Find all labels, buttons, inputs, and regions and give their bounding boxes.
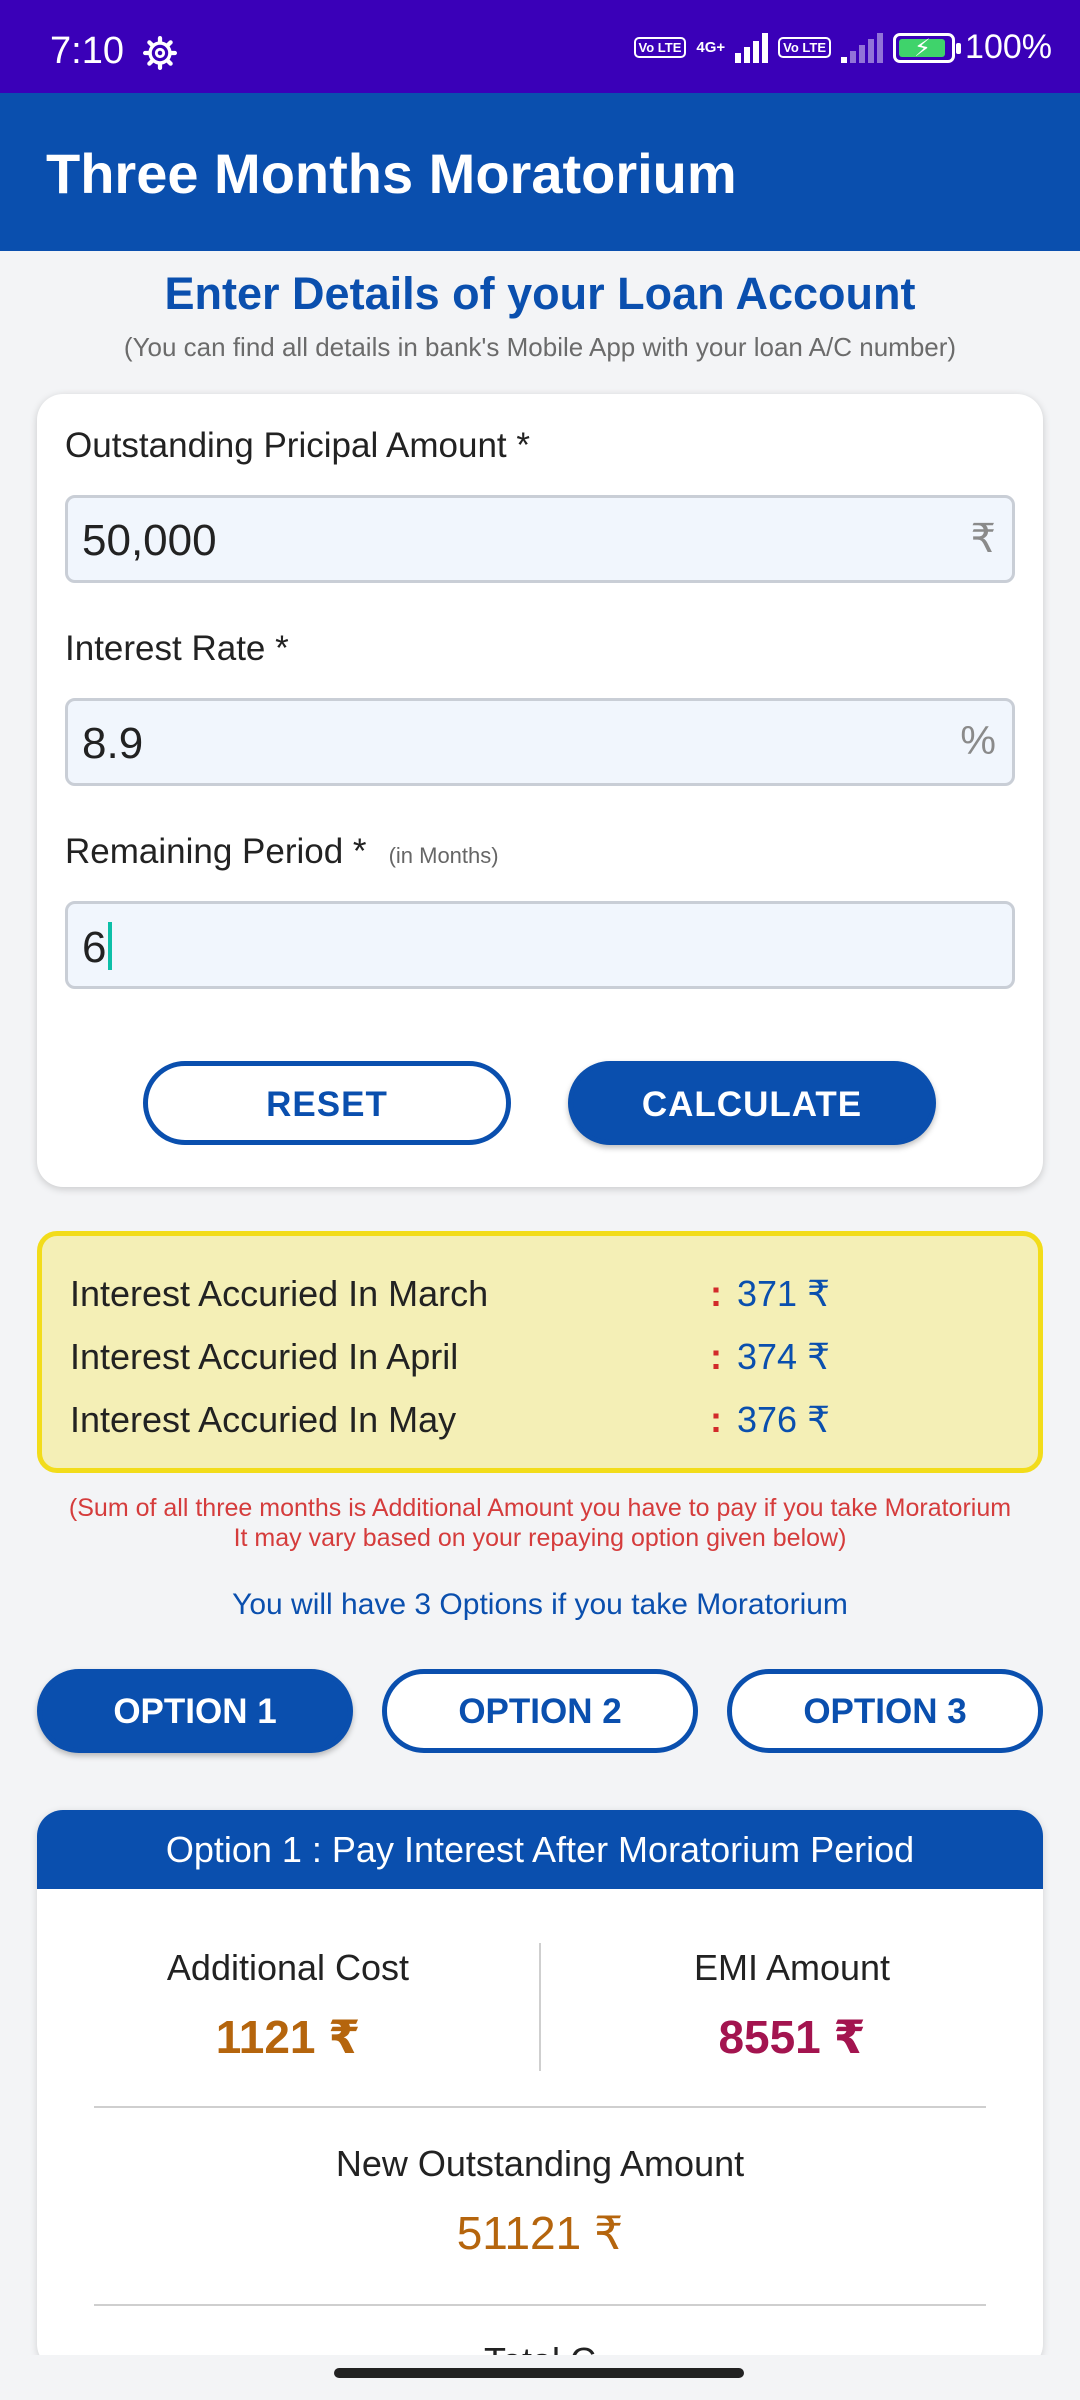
status-icons: Vo LTE 4G+ Vo LTE ⚡ 100% bbox=[633, 28, 1052, 67]
interest-rate-label: Interest Rate * bbox=[65, 629, 289, 668]
emi-amount-label: EMI Amount bbox=[693, 1947, 891, 1988]
app-bar: Three Months Moratorium bbox=[0, 93, 1080, 251]
new-outstanding-value: 51121 ₹ bbox=[456, 2207, 624, 2259]
option-3-button[interactable]: OPTION 3 bbox=[727, 1669, 1043, 1753]
loan-details-card: Outstanding Pricipal Amount * 50,000 ₹ I… bbox=[37, 394, 1043, 1187]
separator: : bbox=[710, 1336, 722, 1377]
interest-rate-value: 8.9 bbox=[82, 719, 144, 768]
additional-cost-value: 1121 ₹ bbox=[215, 2011, 361, 2063]
horizontal-divider bbox=[94, 2106, 986, 2108]
principal-input[interactable]: 50,000 ₹ bbox=[65, 495, 1015, 583]
remaining-period-label: Remaining Period * (in Months) bbox=[65, 832, 499, 872]
remaining-period-input[interactable]: 6 bbox=[65, 901, 1015, 989]
network-type: 4G+ bbox=[696, 39, 726, 56]
interest-april-value: 374 ₹ bbox=[737, 1336, 830, 1377]
option-result-title: Option 1 : Pay Interest After Moratorium… bbox=[37, 1810, 1043, 1889]
gesture-navigation-bar bbox=[0, 2355, 1080, 2400]
reset-button[interactable]: RESET bbox=[143, 1061, 511, 1145]
signal-strength-weak-icon bbox=[841, 32, 884, 63]
calculate-button[interactable]: CALCULATE bbox=[568, 1061, 936, 1145]
interest-rate-input[interactable]: 8.9 % bbox=[65, 698, 1015, 786]
interest-summary-box: Interest Accuried In March : 371 ₹ Inter… bbox=[37, 1231, 1043, 1473]
text-caret bbox=[108, 922, 113, 970]
principal-label: Outstanding Pricipal Amount * bbox=[65, 426, 530, 465]
interest-may-label: Interest Accuried In May bbox=[70, 1399, 457, 1440]
principal-value: 50,000 bbox=[82, 516, 217, 565]
moratorium-note-line-2: It may vary based on your repaying optio… bbox=[233, 1524, 847, 1552]
volte-icon-2: Vo LTE bbox=[778, 37, 832, 58]
remaining-period-text: 6 bbox=[82, 923, 107, 972]
rupee-icon: ₹ bbox=[970, 517, 996, 561]
status-time: 7:10 bbox=[50, 30, 124, 72]
interest-march-label: Interest Accuried In March bbox=[70, 1273, 489, 1314]
horizontal-divider bbox=[94, 2304, 986, 2306]
separator: : bbox=[710, 1273, 722, 1314]
battery-charging-icon: ⚡ bbox=[893, 32, 962, 63]
home-gesture-handle[interactable] bbox=[334, 2368, 744, 2378]
battery-percent: 100% bbox=[965, 28, 1052, 66]
section-title: Enter Details of your Loan Account bbox=[164, 268, 916, 319]
volte-icon: Vo LTE bbox=[633, 37, 687, 58]
option-result-card: Option 1 : Pay Interest After Moratorium… bbox=[37, 1810, 1043, 2370]
moratorium-note-line-1: (Sum of all three months is Additional A… bbox=[68, 1494, 1012, 1522]
interest-april-label: Interest Accuried In April bbox=[70, 1336, 459, 1377]
separator: : bbox=[710, 1399, 722, 1440]
remaining-period-hint: (in Months) bbox=[388, 843, 499, 868]
app-title: Three Months Moratorium bbox=[46, 142, 737, 205]
settings-gear-icon bbox=[143, 36, 177, 70]
option-2-button[interactable]: OPTION 2 bbox=[382, 1669, 698, 1753]
options-heading: You will have 3 Options if you take Mora… bbox=[232, 1588, 848, 1621]
option-1-button[interactable]: OPTION 1 bbox=[37, 1669, 353, 1753]
interest-march-value: 371 ₹ bbox=[737, 1273, 830, 1314]
status-bar: 7:10 Vo LTE 4G+ Vo LTE ⚡ 100% bbox=[0, 0, 1080, 93]
remaining-period-value: 6 bbox=[82, 922, 113, 973]
percent-icon: % bbox=[960, 719, 996, 763]
emi-amount-value: 8551 ₹ bbox=[718, 2011, 866, 2063]
new-outstanding-label: New Outstanding Amount bbox=[335, 2143, 745, 2184]
additional-cost-label: Additional Cost bbox=[166, 1947, 410, 1988]
signal-strength-icon bbox=[735, 32, 769, 63]
interest-may-value: 376 ₹ bbox=[737, 1399, 830, 1440]
section-subtitle: (You can find all details in bank's Mobi… bbox=[123, 332, 957, 362]
remaining-period-label-text: Remaining Period * bbox=[65, 832, 367, 871]
